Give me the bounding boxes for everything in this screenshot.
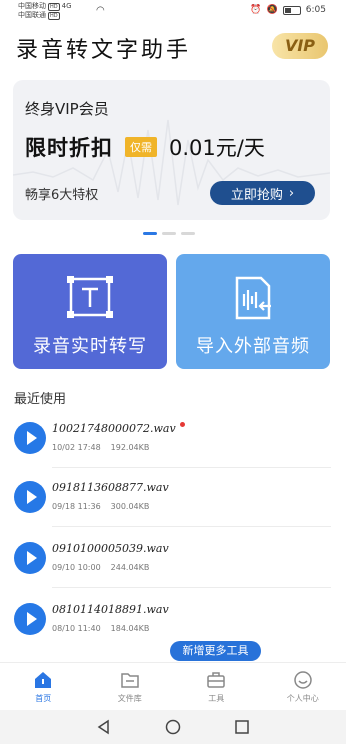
vibrate-icon: 🔕: [266, 5, 278, 15]
tab-home[interactable]: 首页: [0, 663, 87, 710]
file-size: 192.04KB: [110, 443, 150, 452]
system-nav-bar: [0, 710, 346, 744]
benefits-label: 畅享6大特权: [25, 188, 99, 203]
price-value: 0.01元/天: [169, 136, 265, 160]
file-date: 10/02 17:48: [52, 443, 101, 452]
carrier2-label: 中国联通: [18, 11, 46, 19]
file-date: 09/10 10:00: [52, 563, 101, 572]
tab-profile[interactable]: 个人中心: [260, 663, 346, 710]
carousel-dot[interactable]: [162, 232, 176, 235]
file-meta: 09/10 10:00 244.04KB: [52, 563, 149, 572]
list-item[interactable]: 0918113608877.wav 09/18 11:36 300.04KB: [0, 469, 346, 527]
buy-now-button[interactable]: 立即抢购 ›: [210, 181, 315, 205]
file-name: 0918113608877.wav: [52, 481, 169, 494]
price-tag: 仅需: [125, 137, 157, 157]
play-icon[interactable]: [14, 603, 46, 635]
file-name-text: 0910100005039.wav: [52, 542, 169, 555]
hd-badge: HD: [48, 2, 60, 11]
divider: [52, 467, 331, 468]
divider: [52, 587, 331, 588]
vip-card-title: 终身VIP会员: [25, 100, 109, 118]
list-item[interactable]: 0810114018891.wav 08/10 11:40 184.04KB: [0, 591, 346, 649]
carousel-dot[interactable]: [181, 232, 195, 235]
play-icon[interactable]: [14, 542, 46, 574]
network-label: 4G: [61, 2, 72, 10]
more-tools-bubble[interactable]: 新增更多工具: [170, 641, 261, 661]
file-name-text: 0810114018891.wav: [52, 603, 169, 616]
home-icon: [35, 671, 52, 688]
carrier-info: 中国移动 HD 4G 中国联通 HD: [18, 2, 72, 20]
file-meta: 09/18 11:36 300.04KB: [52, 502, 149, 511]
import-audio-tile[interactable]: 导入外部音频: [176, 254, 330, 369]
file-name: 0810114018891.wav: [52, 603, 169, 616]
folder-icon: [121, 672, 139, 688]
file-size: 184.04KB: [110, 624, 150, 633]
home-circle-icon[interactable]: [165, 719, 181, 735]
file-size: 300.04KB: [110, 502, 150, 511]
vip-button[interactable]: VIP: [272, 33, 328, 59]
recent-section-title: 最近使用: [14, 392, 67, 407]
file-name: 0910100005039.wav: [52, 542, 169, 555]
status-bar: 中国移动 HD 4G 中国联通 HD ◠ ⏰ 🔕 6:05: [0, 0, 346, 24]
vip-promo-card[interactable]: 终身VIP会员 限时折扣 仅需 0.01元/天 畅享6大特权 立即抢购 ›: [13, 80, 330, 220]
alarm-icon: ⏰: [250, 5, 262, 15]
hd-badge-2: HD: [48, 11, 60, 20]
file-name-text: 0918113608877.wav: [52, 481, 169, 494]
import-audio-label: 导入外部音频: [196, 336, 310, 357]
tab-files-label: 文件库: [117, 693, 142, 703]
file-meta: 10/02 17:48 192.04KB: [52, 443, 149, 452]
smiley-icon: [294, 670, 312, 689]
tab-tools-label: 工具: [208, 693, 225, 703]
carousel-indicator: [143, 232, 195, 235]
list-item[interactable]: 10021748000072.wav 10/02 17:48 192.04KB: [0, 410, 346, 468]
carousel-dot[interactable]: [143, 232, 157, 235]
realtime-transcribe-label: 录音实时转写: [33, 336, 147, 357]
realtime-transcribe-tile[interactable]: 录音实时转写: [13, 254, 167, 369]
tab-tools[interactable]: 工具: [173, 663, 260, 710]
chevron-right-icon: ›: [288, 185, 295, 201]
recents-icon[interactable]: [234, 719, 250, 735]
play-icon[interactable]: [14, 481, 46, 513]
file-date: 08/10 11:40: [52, 624, 101, 633]
carrier1-label: 中国移动: [18, 2, 46, 10]
file-meta: 08/10 11:40 184.04KB: [52, 624, 149, 633]
text-frame-icon: [67, 276, 113, 318]
toolbox-icon: [207, 671, 225, 688]
file-size: 244.04KB: [110, 563, 150, 572]
tab-profile-label: 个人中心: [286, 693, 319, 703]
wifi-icon: ◠: [96, 5, 105, 16]
tab-files[interactable]: 文件库: [87, 663, 174, 710]
file-name: 10021748000072.wav: [52, 422, 185, 435]
file-date: 09/18 11:36: [52, 502, 101, 511]
back-icon[interactable]: [96, 719, 112, 735]
bottom-nav: 首页 文件库 工具 个人中心: [0, 662, 346, 710]
play-icon[interactable]: [14, 422, 46, 454]
file-name-text: 10021748000072.wav: [52, 422, 176, 435]
audio-file-import-icon: [235, 276, 271, 320]
clock: 6:05: [305, 5, 326, 15]
new-indicator: [179, 422, 185, 427]
promo-label: 限时折扣: [25, 136, 113, 160]
divider: [52, 526, 331, 527]
battery-icon: [282, 5, 301, 15]
tab-home-label: 首页: [35, 693, 52, 703]
buy-now-label: 立即抢购: [230, 187, 283, 203]
list-item[interactable]: 0910100005039.wav 09/10 10:00 244.04KB: [0, 530, 346, 588]
app-title: 录音转文字助手: [16, 38, 192, 63]
